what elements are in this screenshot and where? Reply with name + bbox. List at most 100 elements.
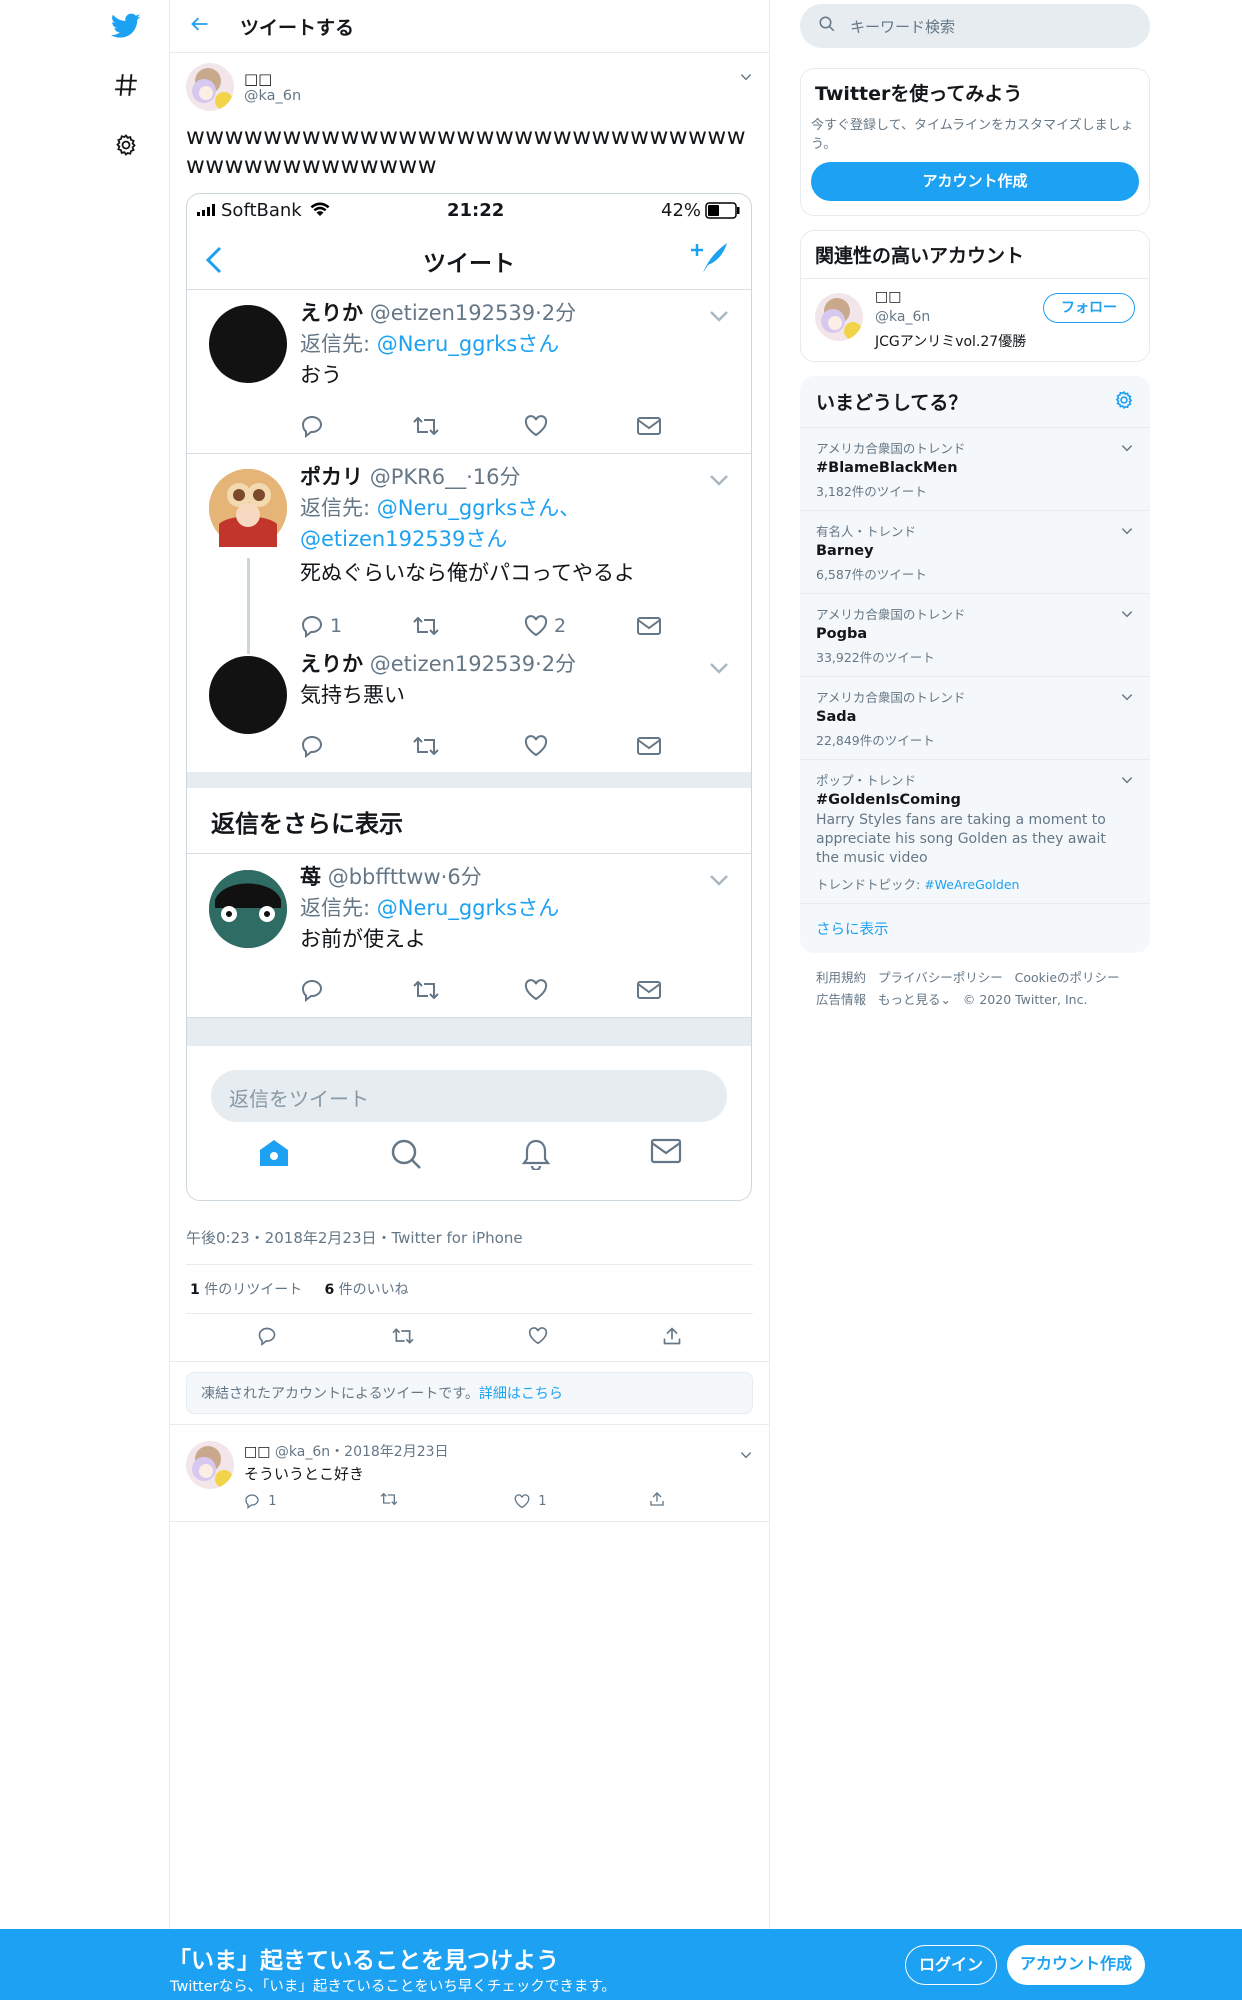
signup-button[interactable]: アカウント作成 <box>1007 1945 1145 1985</box>
search-icon <box>818 15 836 37</box>
phone-tweet-time: 2分 <box>541 652 577 676</box>
likes-stat[interactable]: 6 件のいいね <box>324 1282 408 1298</box>
chevron-down-icon[interactable] <box>1120 440 1134 459</box>
twitter-logo-icon[interactable] <box>104 4 148 48</box>
privacy-link[interactable]: プライバシーポリシー <box>878 970 1003 985</box>
avatar[interactable] <box>186 1441 234 1489</box>
author-handle[interactable]: @ka_6n <box>244 88 301 104</box>
phone-tweet-text: お前が使えよ <box>300 927 426 951</box>
follow-button[interactable]: フォロー <box>1043 293 1135 323</box>
phone-avatar <box>209 469 287 547</box>
battery-icon <box>705 202 741 224</box>
related-name[interactable]: □□ <box>875 289 901 305</box>
tweet-stats: 1 件のリツイート 6 件のいいね <box>186 1265 753 1314</box>
back-arrow-icon[interactable] <box>190 14 210 38</box>
more-link[interactable]: もっと見る <box>878 992 941 1007</box>
trend-item[interactable]: アメリカ合衆国のトレンド #BlameBlackMen 3,182件のツイート <box>800 427 1150 510</box>
chevron-down-icon[interactable] <box>1120 689 1134 708</box>
author-name[interactable]: □□ <box>244 70 301 88</box>
envelope-icon <box>650 1138 682 1174</box>
chevron-down-icon[interactable] <box>739 69 753 88</box>
retweets-stat[interactable]: 1 件のリツイート <box>190 1282 302 1298</box>
terms-link[interactable]: 利用規約 <box>816 970 866 985</box>
chevron-down-icon <box>709 872 729 891</box>
dm-envelope-icon <box>636 978 748 1002</box>
avatar[interactable] <box>815 293 863 341</box>
trend-item[interactable]: アメリカ合衆国のトレンド Sada 22,849件のツイート <box>800 676 1150 759</box>
like-icon <box>524 734 636 758</box>
reply-author-name[interactable]: □□ <box>244 1444 270 1460</box>
reply-actions: 1 1 <box>244 1491 665 1511</box>
ads-link[interactable]: 広告情報 <box>816 992 866 1007</box>
trend-category: 有名人・トレンド <box>816 524 917 539</box>
phone-avatar <box>209 305 287 383</box>
phone-tweet: えりか @etizen192539·2分 返信先: @Neru_ggrksさん … <box>187 290 751 454</box>
reply-to-link: @Neru_ggrksさん、 <box>376 496 581 520</box>
phone-tweet-actions <box>300 414 748 438</box>
reply-icon[interactable]: 1 <box>244 1491 379 1511</box>
chevron-down-icon[interactable] <box>1120 772 1134 791</box>
avatar[interactable] <box>186 63 234 111</box>
phone-tweet-name: 苺 <box>300 865 321 889</box>
related-handle[interactable]: @ka_6n <box>875 309 930 325</box>
reply-count: 1 <box>268 1493 277 1509</box>
reply-icon <box>300 414 412 438</box>
retweet-icon[interactable] <box>379 1491 514 1511</box>
phone-tab-bar <box>187 1138 751 1174</box>
search-input[interactable]: キーワード検索 <box>800 4 1150 48</box>
reply-icon[interactable] <box>257 1326 277 1350</box>
create-account-button[interactable]: アカウント作成 <box>811 162 1139 201</box>
trend-item[interactable]: ポップ・トレンド #GoldenIsComing Harry Styles fa… <box>800 759 1150 903</box>
phone-tweet-name: えりか <box>300 652 363 676</box>
chevron-down-icon[interactable] <box>739 1447 753 1466</box>
retweets-label: 件のリツイート <box>204 1282 303 1298</box>
reply-prefix: 返信先: <box>300 496 377 520</box>
tweet-image[interactable]: SoftBank 21:22 42% ツイート えりか @etizen19253… <box>186 193 752 1201</box>
copyright: © 2020 Twitter, Inc. <box>962 992 1088 1007</box>
trend-name: #BlameBlackMen <box>816 460 958 476</box>
chevron-down-icon <box>709 660 729 679</box>
signup-desc: 今すぐ登録して、タイムラインをカスタマイズしましょう。 <box>811 118 1134 152</box>
banner-headline: 「いま」起きていることを見つけよう <box>168 1948 559 1974</box>
page-title: ツイートする <box>240 16 355 39</box>
reply-author-handle[interactable]: @ka_6n <box>275 1444 330 1460</box>
wifi-icon <box>310 200 330 221</box>
like-icon[interactable] <box>528 1326 548 1349</box>
login-button[interactable]: ログイン <box>905 1945 997 1985</box>
share-icon[interactable] <box>662 1326 682 1350</box>
reply-date[interactable]: 2018年2月23日 <box>344 1444 448 1460</box>
related-account[interactable]: □□ @ka_6n JCGアンリミvol.27優勝 フォロー <box>801 279 1149 361</box>
like-icon[interactable]: 1 <box>514 1491 649 1511</box>
trends-settings-gear-icon[interactable] <box>1114 390 1134 414</box>
share-icon[interactable] <box>649 1491 665 1511</box>
phone-tweet-text: 死ぬぐらいなら俺がパコってやるよ <box>300 561 635 585</box>
trend-item[interactable]: 有名人・トレンド Barney 6,587件のツイート <box>800 510 1150 593</box>
phone-header: ツイート <box>187 226 751 290</box>
trend-topic-link[interactable]: #WeAreGolden <box>924 877 1019 892</box>
explore-hashtag-icon[interactable] <box>104 63 148 107</box>
show-more-link[interactable]: さらに表示 <box>800 903 1150 953</box>
tweet-author: □□ @ka_6n <box>186 63 753 111</box>
notice-link[interactable]: 詳細はこちら <box>479 1386 563 1402</box>
reply-tweet[interactable]: □□ @ka_6n・2018年2月23日 そういうとこ好き 1 1 <box>170 1424 769 1522</box>
phone-tweet-handle: @etizen192539 <box>369 301 536 325</box>
phone-title: ツイート <box>423 251 515 277</box>
settings-gear-icon[interactable] <box>104 123 148 167</box>
left-nav <box>0 0 170 2000</box>
home-icon <box>257 1138 291 1174</box>
phone-tweet-time: 2分 <box>541 301 577 325</box>
signal-icon <box>197 200 217 221</box>
focused-tweet: □□ @ka_6n wwwwwwwwwwwwwwwwwwwwwwwwwwwwww… <box>170 53 769 1211</box>
chevron-down-icon: ⌄ <box>940 992 951 1007</box>
trend-topic-label: トレンドトピック: <box>816 877 925 892</box>
trend-name: Sada <box>816 709 857 725</box>
reply-icon <box>300 978 412 1002</box>
reply-prefix: 返信先: <box>300 896 377 920</box>
trends-card: いまどうしてる？ アメリカ合衆国のトレンド #BlameBlackMen 3,1… <box>800 376 1150 953</box>
chevron-down-icon[interactable] <box>1120 523 1134 542</box>
chevron-down-icon[interactable] <box>1120 606 1134 625</box>
trend-item[interactable]: アメリカ合衆国のトレンド Pogba 33,922件のツイート <box>800 593 1150 676</box>
reply-to-link: @Neru_ggrksさん <box>376 896 560 920</box>
retweet-icon[interactable] <box>391 1326 415 1350</box>
cookie-link[interactable]: Cookieのポリシー <box>1015 970 1120 985</box>
